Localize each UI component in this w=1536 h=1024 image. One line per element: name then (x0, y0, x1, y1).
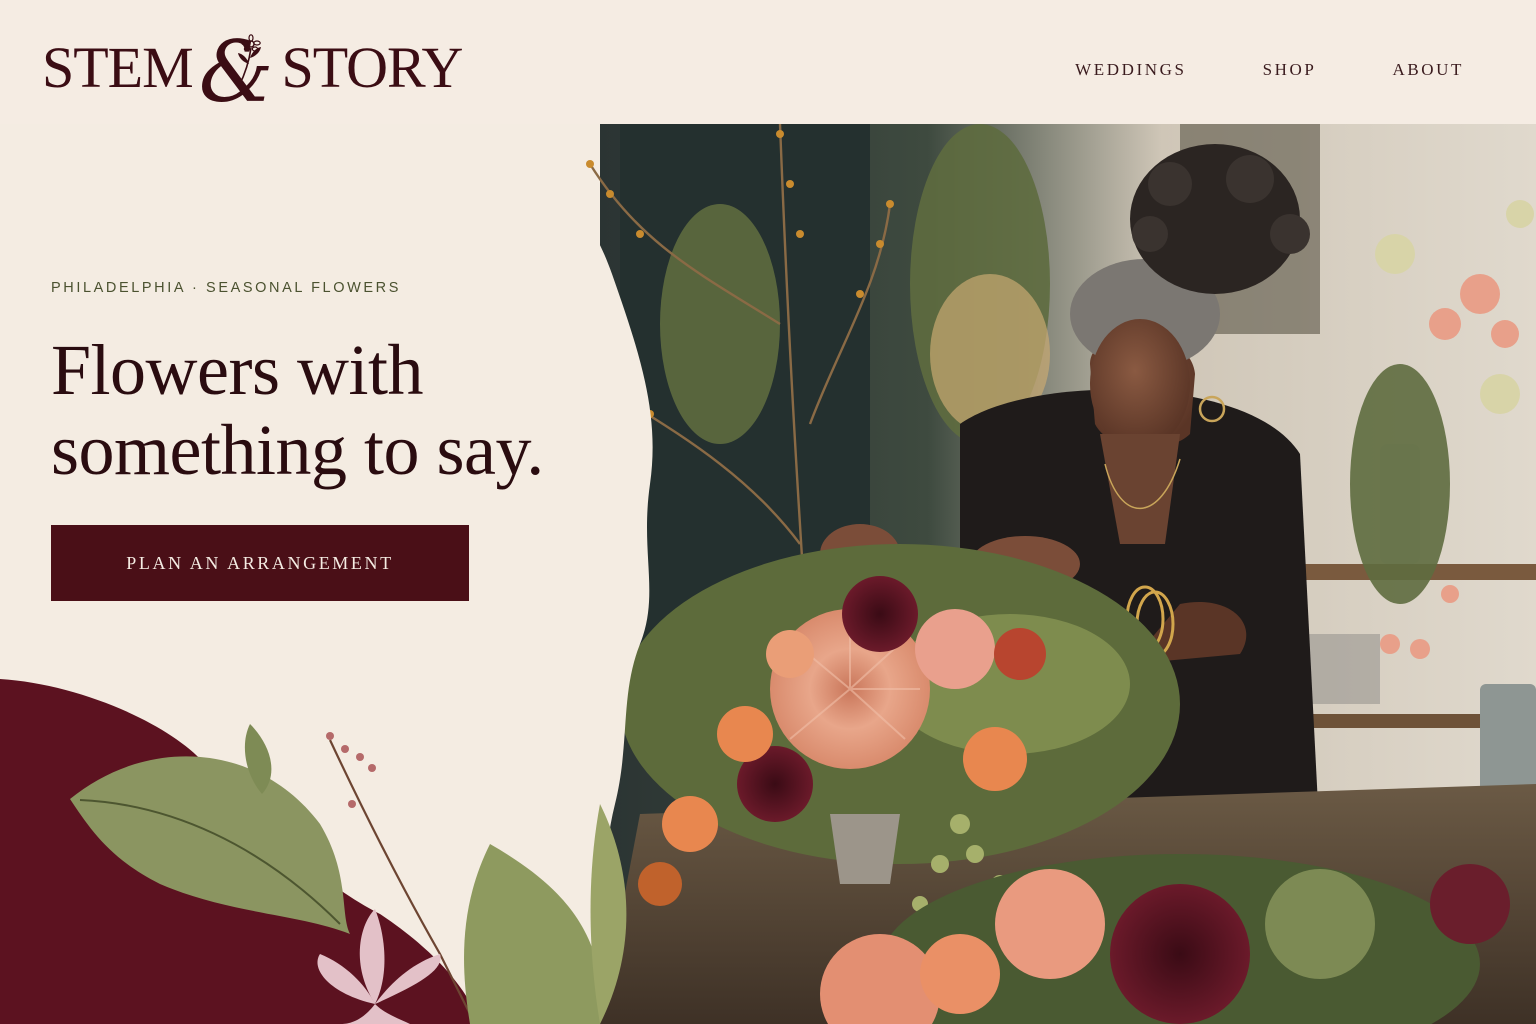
brand-name-left: STEM (42, 35, 194, 100)
hero-headline-line1: Flowers with (51, 330, 424, 410)
hero-eyebrow: PHILADELPHIA · SEASONAL FLOWERS (51, 280, 402, 296)
hero-headline: Flowers with something to say. (51, 330, 544, 490)
hero-headline-line2: something to say. (51, 410, 544, 490)
brand-name-right: STORY (281, 35, 463, 100)
flower-sprig-icon (237, 34, 261, 87)
brand-ampersand: & (198, 23, 274, 121)
brand-logo[interactable]: STEM & STORY (42, 26, 463, 114)
plan-arrangement-button[interactable]: PLAN AN ARRANGEMENT (51, 525, 469, 601)
nav-weddings[interactable]: WEDDINGS (1075, 60, 1186, 80)
nav-about[interactable]: ABOUT (1392, 60, 1464, 80)
nav-shop[interactable]: SHOP (1263, 60, 1317, 80)
main-nav: WEDDINGS SHOP ABOUT (1075, 60, 1464, 80)
site-header: STEM & STORY WEDDINGS SHOP ABOUT (0, 0, 1536, 124)
hero-section: PHILADELPHIA · SEASONAL FLOWERS Flowers … (51, 280, 544, 601)
